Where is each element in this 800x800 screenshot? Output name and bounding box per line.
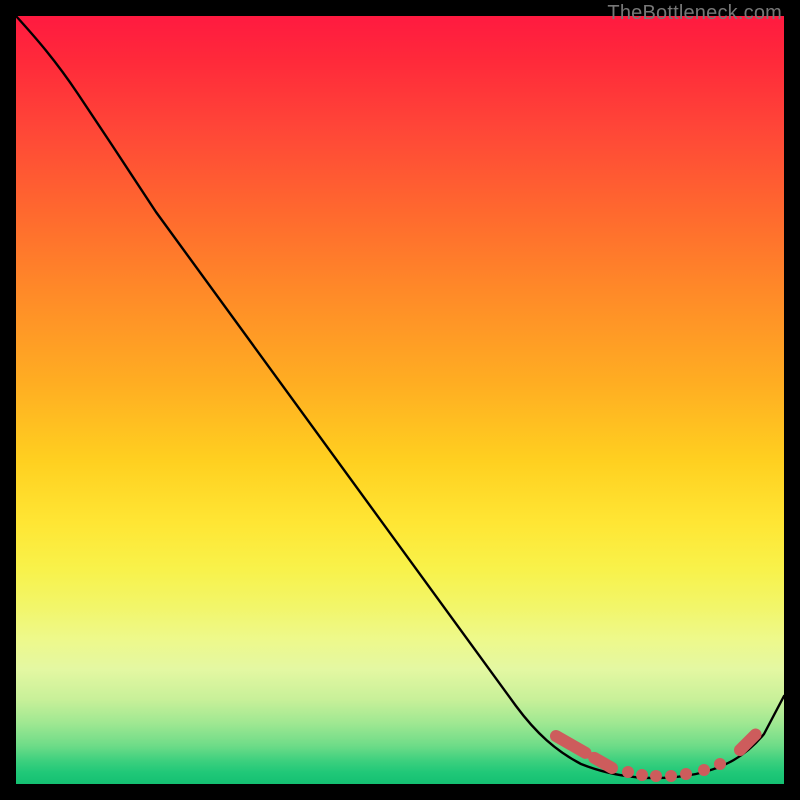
- curve-layer: [16, 16, 784, 784]
- bottleneck-curve: [16, 16, 784, 778]
- highlight-descent-dash: [556, 736, 612, 768]
- highlight-rise-dash: [740, 734, 756, 750]
- canvas-stage: TheBottleneck.com: [0, 0, 800, 800]
- gradient-plot-area: [16, 16, 784, 784]
- watermark-text: TheBottleneck.com: [607, 2, 782, 25]
